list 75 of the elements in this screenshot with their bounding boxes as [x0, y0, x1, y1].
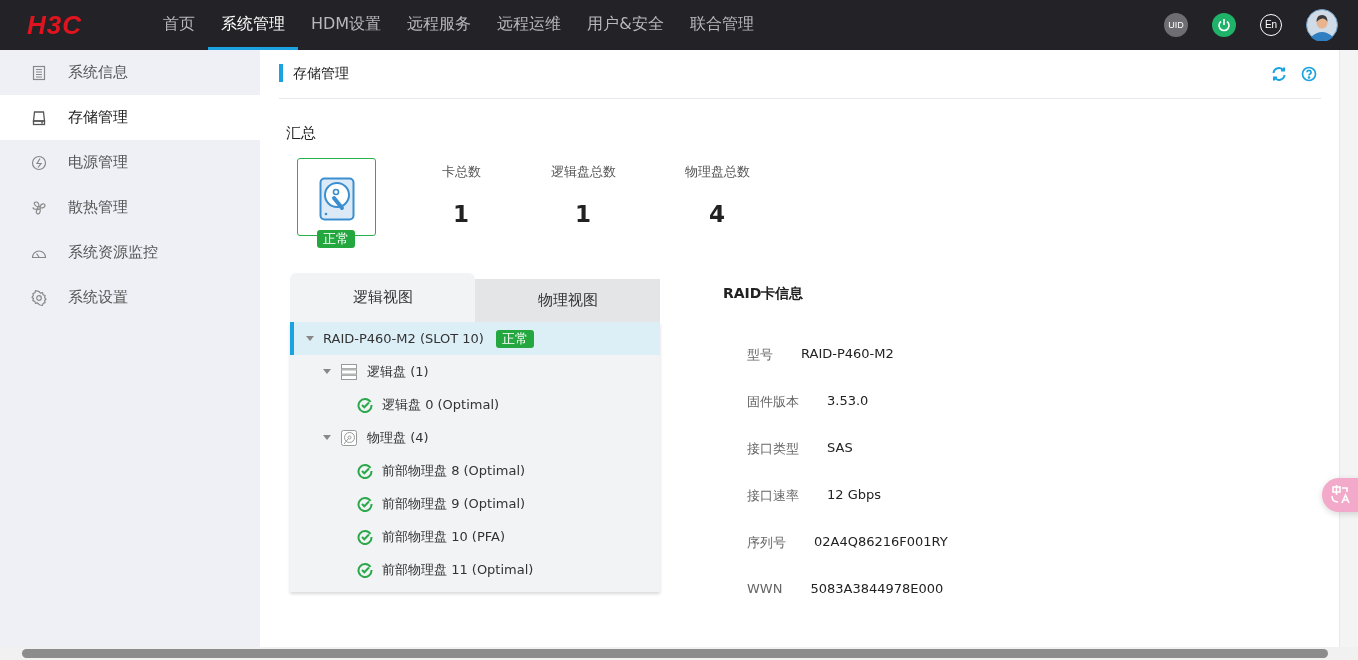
- power-icon[interactable]: [1212, 13, 1236, 37]
- field-label: 型号: [747, 346, 773, 364]
- tree-item[interactable]: RAID-P460-M2 (SLOT 10) 正常: [290, 322, 660, 355]
- field-value: 3.53.0: [827, 393, 869, 410]
- tree-item[interactable]: 前部物理盘 10 (PFA): [290, 520, 660, 553]
- tree-item[interactable]: 前部物理盘 8 (Optimal): [290, 454, 660, 487]
- avatar-icon[interactable]: [1306, 9, 1338, 41]
- sidebar-item[interactable]: 散热管理: [0, 185, 260, 230]
- settings-icon: [31, 289, 47, 306]
- document-icon: [31, 64, 47, 81]
- sidebar-item[interactable]: 系统信息: [0, 50, 260, 95]
- field-value: 5083A3844978E000: [810, 581, 944, 598]
- sidebar-item[interactable]: 存储管理: [0, 95, 260, 140]
- field-label: 接口速率: [747, 487, 799, 505]
- tree-label: 前部物理盘 8 (Optimal): [382, 461, 526, 480]
- uid-button[interactable]: UID: [1164, 13, 1188, 37]
- tree-label: 逻辑盘 (1): [367, 362, 429, 381]
- sidebar-item[interactable]: 电源管理: [0, 140, 260, 185]
- tree-label: 逻辑盘 0 (Optimal): [382, 395, 500, 414]
- page-title: 存储管理: [279, 64, 349, 82]
- stat-label: 逻辑盘总数: [550, 163, 616, 181]
- tree-item[interactable]: 前部物理盘 9 (Optimal): [290, 487, 660, 520]
- field-value: SAS: [827, 440, 853, 457]
- horizontal-scrollbar[interactable]: [0, 647, 1358, 660]
- vertical-scrollbar[interactable]: [1339, 50, 1358, 647]
- tree-label: 前部物理盘 10 (PFA): [382, 527, 505, 546]
- field-value: 12 Gbps: [827, 487, 882, 504]
- nav-tab[interactable]: 远程服务: [394, 0, 485, 50]
- stat-label: 物理盘总数: [684, 163, 750, 181]
- status-badge: 正常: [495, 329, 534, 348]
- sidebar-item[interactable]: 系统设置: [0, 275, 260, 320]
- tree-item[interactable]: 前部物理盘 11 (Optimal): [290, 553, 660, 586]
- nav-tab[interactable]: 联合管理: [676, 0, 767, 50]
- nav-tab[interactable]: 远程运维: [484, 0, 575, 50]
- power-icon: [31, 154, 47, 171]
- caret-icon[interactable]: [323, 368, 331, 375]
- nav-tab[interactable]: 用户&安全: [574, 0, 677, 50]
- fan-icon: [31, 199, 47, 216]
- field-value: 02A4Q86216F001RY: [814, 534, 948, 551]
- drive-icon: [31, 109, 47, 126]
- tree-item[interactable]: 逻辑盘 0 (Optimal): [290, 388, 660, 421]
- field-label: WWN: [747, 581, 783, 598]
- check-circle-icon: [357, 561, 373, 578]
- nav-tab[interactable]: HDM设置: [298, 0, 395, 50]
- field-value: RAID-P460-M2: [801, 346, 894, 363]
- stat-value: 1: [575, 201, 591, 227]
- nav-tab[interactable]: 首页: [150, 0, 208, 50]
- tree-label: 物理盘 (4): [367, 428, 429, 447]
- tree-label: 前部物理盘 9 (Optimal): [382, 494, 526, 513]
- check-circle-icon: [357, 396, 373, 413]
- field-label: 接口类型: [747, 440, 799, 458]
- tree-item[interactable]: 物理盘 (4): [290, 421, 660, 454]
- tree-label: 前部物理盘 11 (Optimal): [382, 560, 534, 579]
- stat-label: 卡总数: [441, 163, 481, 181]
- server-stack-icon: [340, 362, 358, 381]
- translate-icon[interactable]: [1322, 478, 1358, 512]
- tree-label: RAID-P460-M2 (SLOT 10): [323, 331, 484, 346]
- view-tab[interactable]: 物理视图: [475, 279, 660, 322]
- check-circle-icon: [357, 495, 373, 512]
- stat-value: 4: [709, 201, 725, 227]
- section-title: 汇总: [286, 124, 317, 143]
- help-icon[interactable]: [1301, 66, 1317, 82]
- section-title: RAID卡信息: [723, 285, 805, 303]
- sidebar-item[interactable]: 系统资源监控: [0, 230, 260, 275]
- check-circle-icon: [357, 528, 373, 545]
- view-tab[interactable]: 逻辑视图: [290, 273, 475, 322]
- stat-value: 1: [453, 201, 469, 227]
- tree-item[interactable]: 逻辑盘 (1): [290, 355, 660, 388]
- refresh-icon[interactable]: [1271, 66, 1287, 82]
- status-badge: 正常: [317, 230, 355, 248]
- caret-icon[interactable]: [306, 335, 314, 342]
- check-circle-icon: [357, 462, 373, 479]
- caret-icon[interactable]: [323, 434, 331, 441]
- field-label: 序列号: [747, 534, 786, 552]
- field-label: 固件版本: [747, 393, 799, 411]
